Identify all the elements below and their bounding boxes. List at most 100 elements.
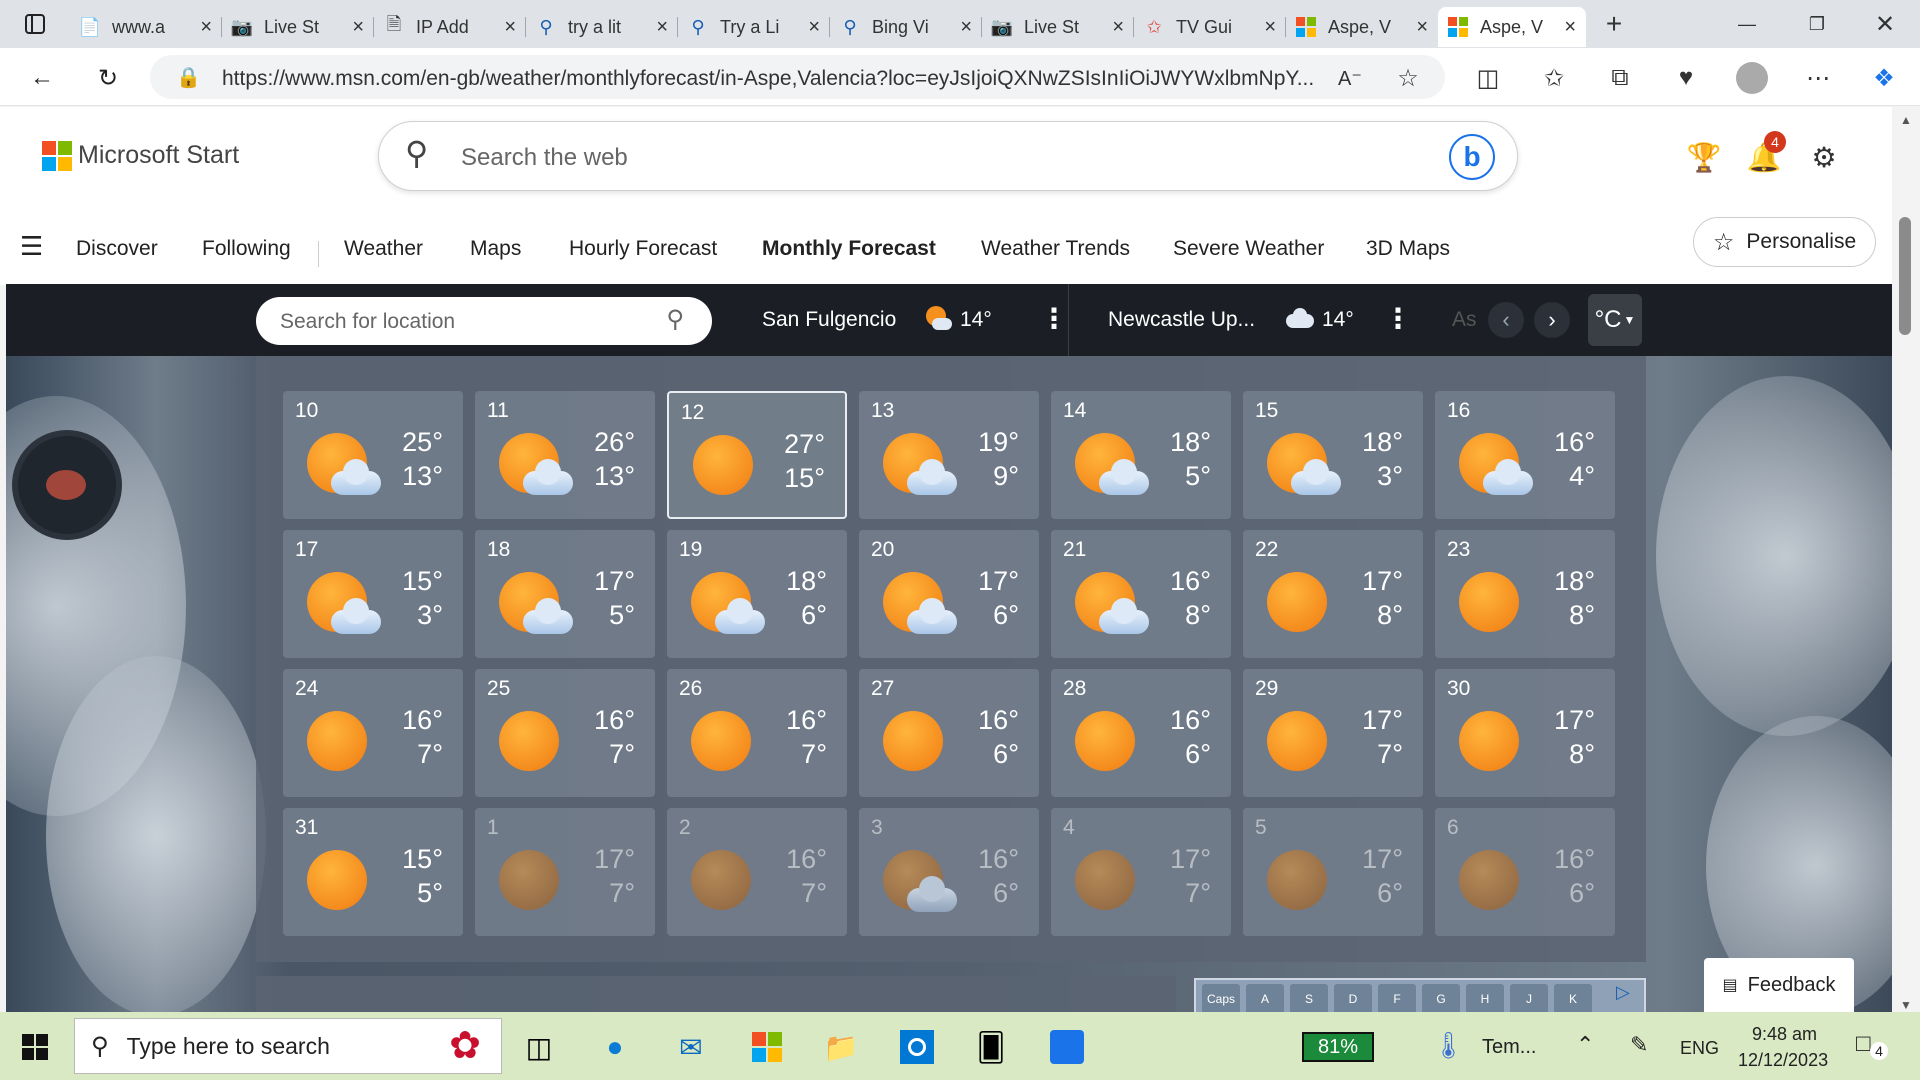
- refresh-button[interactable]: ↻: [88, 58, 128, 98]
- close-icon[interactable]: ×: [504, 16, 516, 39]
- tab[interactable]: ⚲ Try a Li ×: [678, 7, 830, 47]
- nav-weather[interactable]: Weather: [344, 237, 423, 261]
- copilot-icon[interactable]: ❖: [1866, 60, 1902, 96]
- calendar-day[interactable]: 25 16° 7°: [475, 669, 655, 797]
- close-icon[interactable]: ×: [200, 16, 212, 39]
- brand-name[interactable]: Microsoft Start: [78, 141, 239, 170]
- calendar-day[interactable]: 21 16° 8°: [1051, 530, 1231, 658]
- calendar-day[interactable]: 6 16° 6°: [1435, 808, 1615, 936]
- cortana-icon[interactable]: [896, 1026, 938, 1068]
- page-scrollbar[interactable]: ▲ ▼: [1892, 107, 1920, 1012]
- close-icon[interactable]: ×: [960, 16, 972, 39]
- close-icon[interactable]: ×: [656, 16, 668, 39]
- close-icon[interactable]: ×: [352, 16, 364, 39]
- hamburger-menu-icon[interactable]: ☰: [20, 231, 43, 262]
- nav-monthly-forecast[interactable]: Monthly Forecast: [762, 237, 936, 261]
- scroll-thumb[interactable]: [1899, 217, 1911, 335]
- collections-icon[interactable]: ⧉: [1602, 60, 1638, 96]
- calendar-day[interactable]: 23 18° 8°: [1435, 530, 1615, 658]
- back-button[interactable]: ←: [22, 58, 62, 98]
- restore-button[interactable]: ❐: [1782, 0, 1852, 48]
- tab[interactable]: 📄 www.a ×: [70, 7, 222, 47]
- close-icon[interactable]: ×: [808, 16, 820, 39]
- photos-icon[interactable]: [1046, 1026, 1088, 1068]
- profile-avatar[interactable]: [1734, 60, 1770, 96]
- tab[interactable]: 📷 Live St ×: [982, 7, 1134, 47]
- solitaire-icon[interactable]: 🂠: [970, 1026, 1012, 1068]
- tab-actions-button[interactable]: [0, 0, 70, 48]
- taskbar-search-box[interactable]: ⚲ Type here to search ✿: [74, 1018, 502, 1074]
- personalise-button[interactable]: ☆ Personalise: [1693, 217, 1876, 267]
- calendar-day[interactable]: 2 16° 7°: [667, 808, 847, 936]
- web-search-box[interactable]: ⚲ Search the web b: [378, 121, 1518, 191]
- calendar-day[interactable]: 26 16° 7°: [667, 669, 847, 797]
- calendar-day[interactable]: 20 17° 6°: [859, 530, 1039, 658]
- clock-time[interactable]: 9:48 am: [1752, 1024, 1817, 1045]
- calendar-day[interactable]: 31 15° 5°: [283, 808, 463, 936]
- bing-chat-icon[interactable]: b: [1449, 134, 1495, 180]
- favorites-icon[interactable]: ✩: [1536, 60, 1572, 96]
- pen-icon[interactable]: ✎: [1630, 1032, 1648, 1058]
- calendar-day[interactable]: 11 26° 13°: [475, 391, 655, 519]
- read-aloud-icon[interactable]: A⁻: [1332, 60, 1368, 96]
- edge-browser-icon[interactable]: ●: [594, 1026, 636, 1068]
- nav-weather-trends[interactable]: Weather Trends: [981, 237, 1130, 261]
- microsoft-logo-icon[interactable]: [42, 141, 72, 171]
- calendar-day[interactable]: 22 17° 8°: [1243, 530, 1423, 658]
- favorite-star-icon[interactable]: ☆: [1390, 60, 1426, 96]
- tab-active[interactable]: Aspe, V ×: [1438, 7, 1586, 47]
- tab[interactable]: ⚲ try a lit ×: [526, 7, 678, 47]
- more-menu-icon[interactable]: ⋯: [1800, 60, 1836, 96]
- calendar-day[interactable]: 15 18° 3°: [1243, 391, 1423, 519]
- calendar-day[interactable]: 27 16° 6°: [859, 669, 1039, 797]
- saved-location-name[interactable]: Newcastle Up...: [1108, 308, 1255, 332]
- nav-following[interactable]: Following: [202, 237, 291, 261]
- calendar-day[interactable]: 18 17° 5°: [475, 530, 655, 658]
- close-icon[interactable]: ×: [1112, 16, 1124, 39]
- floating-avatar[interactable]: [12, 430, 122, 540]
- language-indicator[interactable]: ENG: [1680, 1038, 1719, 1059]
- minimize-button[interactable]: —: [1712, 0, 1782, 48]
- windows-start-icon[interactable]: [10, 1022, 60, 1072]
- split-screen-icon[interactable]: ◫: [1470, 60, 1506, 96]
- calendar-day[interactable]: 13 19° 9°: [859, 391, 1039, 519]
- chevron-up-icon[interactable]: ⌃: [1576, 1032, 1594, 1058]
- calendar-day[interactable]: 29 17° 7°: [1243, 669, 1423, 797]
- task-view-icon[interactable]: ◫: [518, 1026, 560, 1068]
- tab[interactable]: ⚲ Bing Vi ×: [830, 7, 982, 47]
- scroll-down-icon[interactable]: ▼: [1900, 998, 1912, 1012]
- mail-icon[interactable]: ✉: [670, 1026, 712, 1068]
- location-search-input[interactable]: Search for location ⚲: [256, 297, 712, 345]
- calendar-day[interactable]: 28 16° 6°: [1051, 669, 1231, 797]
- calendar-day[interactable]: 16 16° 4°: [1435, 391, 1615, 519]
- browser-essentials-icon[interactable]: ♥: [1668, 60, 1704, 96]
- scroll-up-icon[interactable]: ▲: [1900, 113, 1912, 127]
- notifications-bell-icon[interactable]: 🔔 4: [1744, 131, 1786, 177]
- calendar-day[interactable]: 4 17° 7°: [1051, 808, 1231, 936]
- address-bar[interactable]: 🔒 https://www.msn.com/en-gb/weather/mont…: [150, 55, 1445, 99]
- calendar-day[interactable]: 1 17° 7°: [475, 808, 655, 936]
- saved-location-name[interactable]: San Fulgencio: [762, 308, 896, 332]
- calendar-day-today[interactable]: 12 27° 15°: [667, 391, 847, 519]
- nav-3d-maps[interactable]: 3D Maps: [1366, 237, 1450, 261]
- more-options-icon[interactable]: ⋮: [1384, 302, 1412, 335]
- battery-indicator[interactable]: 81%: [1302, 1032, 1374, 1062]
- calendar-day[interactable]: 17 15° 3°: [283, 530, 463, 658]
- url-text[interactable]: https://www.msn.com/en-gb/weather/monthl…: [222, 67, 1314, 91]
- ad-choices-icon[interactable]: ▷: [1616, 982, 1640, 1006]
- tab[interactable]: Aspe, V ×: [1286, 7, 1438, 47]
- tab[interactable]: ✩ TV Gui ×: [1134, 7, 1286, 47]
- action-center-icon[interactable]: □ 4: [1856, 1030, 1888, 1060]
- tab[interactable]: 🗎 IP Add ×: [374, 7, 526, 47]
- nav-hourly-forecast[interactable]: Hourly Forecast: [569, 237, 717, 261]
- new-tab-button[interactable]: +: [1586, 0, 1642, 48]
- unit-toggle-button[interactable]: °C ▼: [1588, 294, 1642, 346]
- calendar-day[interactable]: 19 18° 6°: [667, 530, 847, 658]
- rewards-trophy-icon[interactable]: 🏆: [1684, 137, 1724, 177]
- saved-location-name[interactable]: As: [1452, 308, 1477, 332]
- settings-gear-icon[interactable]: ⚙: [1804, 137, 1844, 177]
- close-window-button[interactable]: ✕: [1850, 0, 1920, 48]
- chevron-left-icon[interactable]: ‹: [1488, 302, 1524, 338]
- taskbar-weather-label[interactable]: Tem...: [1482, 1036, 1536, 1059]
- calendar-day[interactable]: 14 18° 5°: [1051, 391, 1231, 519]
